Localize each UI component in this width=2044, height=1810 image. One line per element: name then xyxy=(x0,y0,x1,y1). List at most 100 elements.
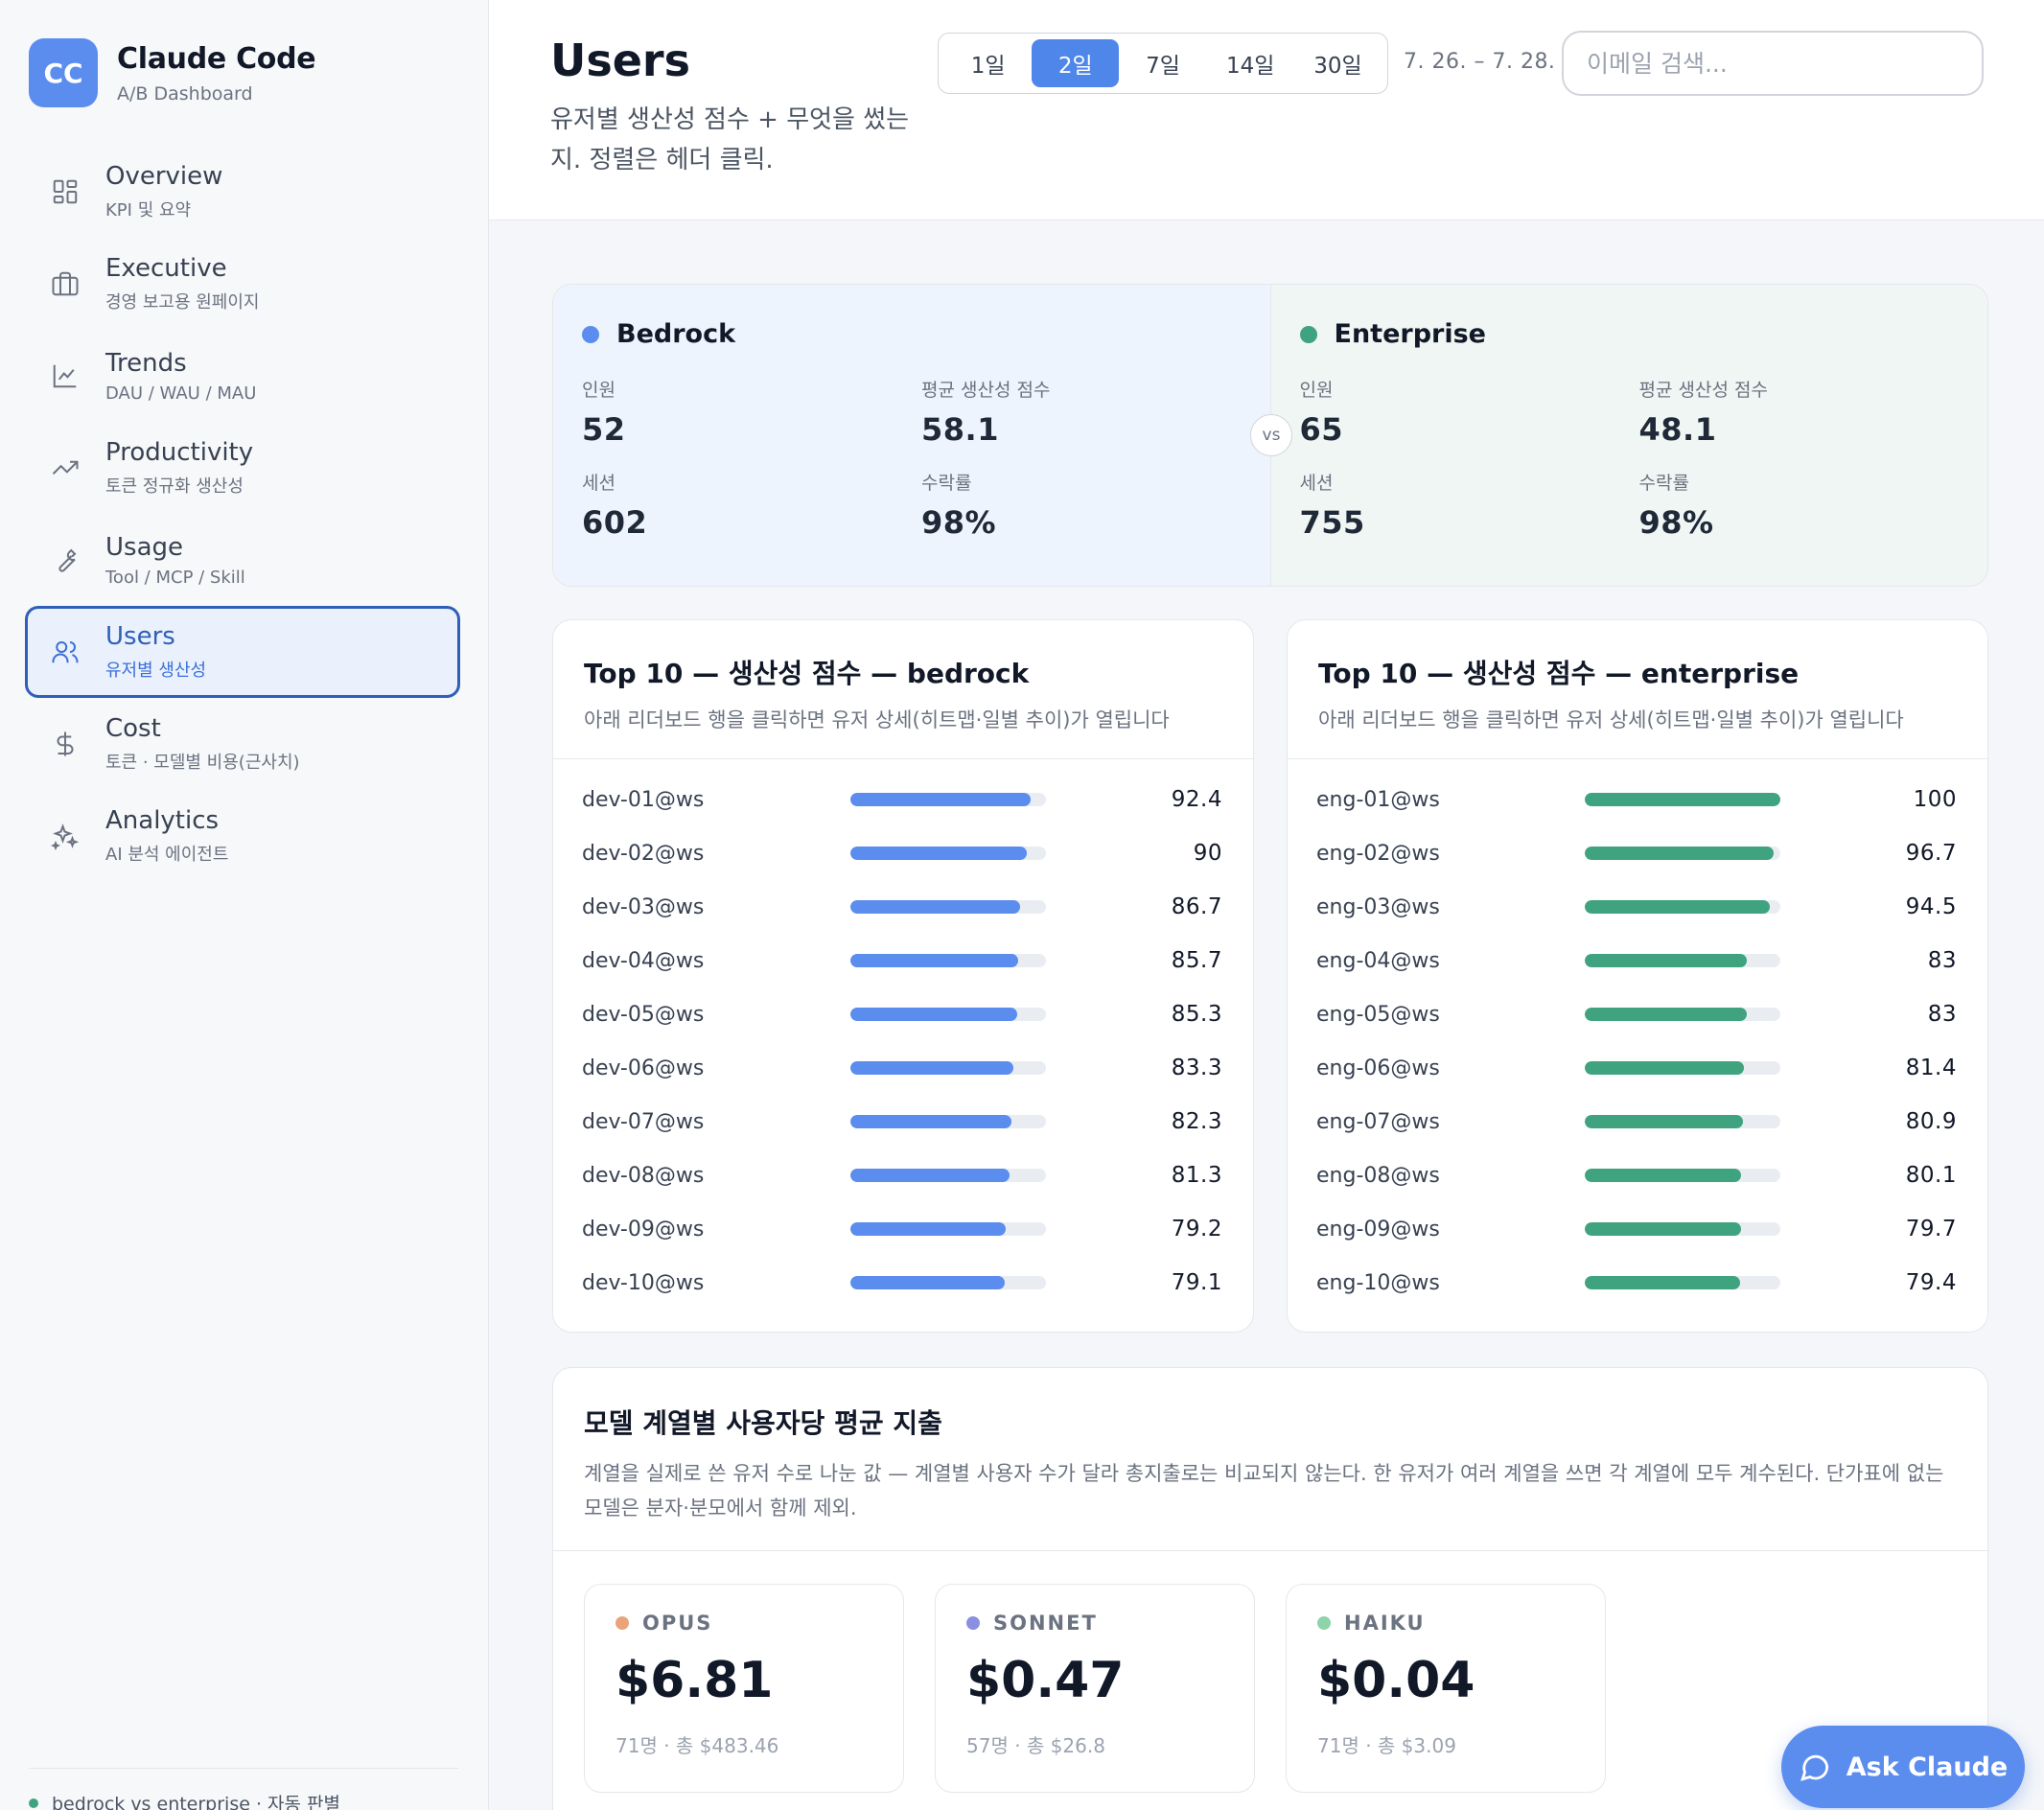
model-meta: 57명 · 총 $26.8 xyxy=(966,1734,1105,1757)
ask-claude-label: Ask Claude xyxy=(1846,1752,2009,1782)
score-bar-fill xyxy=(1585,793,1780,806)
metric-label: 세션 xyxy=(1299,473,1334,494)
leaderboard-row[interactable]: eng-03@ws 94.5 xyxy=(1316,880,1957,934)
sidebar-item-usage[interactable]: Usage Tool / MCP / Skill xyxy=(25,514,460,606)
model-cost-description: 계열을 실제로 쓴 유저 수로 나눈 값 — 계열별 사용자 수가 달라 총지출… xyxy=(584,1462,1944,1520)
leaderboard-row[interactable]: dev-01@ws 92.4 xyxy=(582,773,1222,826)
row-score: 80.1 xyxy=(1905,1163,1957,1188)
leaderboard-row[interactable]: eng-09@ws 79.7 xyxy=(1316,1202,1957,1256)
leaderboard-title: Top 10 — 생산성 점수 — bedrock xyxy=(584,658,1030,689)
leaderboard-row[interactable]: eng-02@ws 96.7 xyxy=(1316,826,1957,880)
leaderboard-row[interactable]: eng-01@ws 100 xyxy=(1316,773,1957,826)
row-user-email: dev-08@ws xyxy=(582,1163,705,1188)
row-user-email: dev-06@ws xyxy=(582,1056,705,1080)
row-score: 83 xyxy=(1927,948,1957,973)
email-search-input[interactable] xyxy=(1562,31,1984,96)
sidebar-item-desc: 유저별 생산성 xyxy=(105,661,207,681)
leaderboard-row[interactable]: dev-02@ws 90 xyxy=(582,826,1222,880)
leaderboard-row[interactable]: eng-05@ws 83 xyxy=(1316,987,1957,1041)
range-button-1d[interactable]: 1일 xyxy=(944,39,1032,87)
row-score: 83.3 xyxy=(1171,1056,1222,1080)
score-bar-fill xyxy=(850,1115,1011,1128)
row-score: 90 xyxy=(1193,841,1222,866)
score-bar-fill xyxy=(850,1169,1010,1182)
sidebar-item-desc: AI 분석 에이전트 xyxy=(105,845,229,865)
brand-subtitle: A/B Dashboard xyxy=(117,82,253,104)
mode-status-text: bedrock vs enterprise · 자동 판별 xyxy=(52,1794,341,1810)
brand[interactable]: CC Claude Code A/B Dashboard xyxy=(29,38,316,107)
sidebar-item-label: Analytics xyxy=(105,806,220,835)
opus-dot-icon xyxy=(616,1616,629,1630)
row-user-email: eng-04@ws xyxy=(1316,948,1440,973)
metric: 수락률 98% xyxy=(921,469,1209,541)
range-button-7d[interactable]: 7일 xyxy=(1119,39,1206,87)
metric-label: 세션 xyxy=(582,473,616,494)
dollar-icon xyxy=(48,727,82,761)
score-bar-fill xyxy=(850,1061,1013,1075)
enterprise-dot-icon xyxy=(1299,325,1317,343)
row-score: 100 xyxy=(1913,787,1957,812)
leaderboard-row[interactable]: eng-04@ws 83 xyxy=(1316,934,1957,987)
score-bar-track xyxy=(1585,1008,1780,1021)
leaderboard-row[interactable]: dev-06@ws 83.3 xyxy=(582,1041,1222,1095)
users-icon xyxy=(48,635,82,669)
score-bar-fill xyxy=(1585,1222,1741,1236)
row-user-email: dev-07@ws xyxy=(582,1109,705,1134)
sidebar-item-label: Cost xyxy=(105,714,161,743)
range-button-2d[interactable]: 2일 xyxy=(1032,39,1120,87)
sidebar-item-label: Executive xyxy=(105,254,227,283)
ask-claude-button[interactable]: Ask Claude xyxy=(1781,1726,2025,1808)
row-user-email: eng-08@ws xyxy=(1316,1163,1440,1188)
sidebar-item-users[interactable]: Users 유저별 생산성 xyxy=(25,606,460,698)
metric: 평균 생산성 점수 58.1 xyxy=(921,376,1209,448)
metric: 평균 생산성 점수 48.1 xyxy=(1639,376,1927,448)
leaderboard-row[interactable]: dev-03@ws 86.7 xyxy=(582,880,1222,934)
leaderboard-row[interactable]: dev-08@ws 81.3 xyxy=(582,1149,1222,1202)
sidebar-item-cost[interactable]: Cost 토큰 · 모델별 비용(근사치) xyxy=(25,698,460,790)
model-cost-card: 모델 계열별 사용자당 평균 지출 계열을 실제로 쓴 유저 수로 나눈 값 —… xyxy=(552,1367,1988,1810)
score-bar-fill xyxy=(1585,1061,1745,1075)
row-score: 82.3 xyxy=(1171,1109,1222,1134)
sparkles-icon xyxy=(48,819,82,853)
row-user-email: dev-04@ws xyxy=(582,948,705,973)
row-score: 79.7 xyxy=(1905,1217,1957,1241)
sidebar-item-trends[interactable]: Trends DAU / WAU / MAU xyxy=(25,330,460,422)
metric-label: 평균 생산성 점수 xyxy=(921,380,1051,401)
grid-icon xyxy=(48,174,82,209)
leaderboard-row[interactable]: eng-10@ws 79.4 xyxy=(1316,1256,1957,1310)
sidebar-item-executive[interactable]: Executive 경영 보고용 원페이지 xyxy=(25,238,460,330)
row-score: 92.4 xyxy=(1171,787,1222,812)
score-bar-fill xyxy=(850,900,1020,914)
sidebar-item-label: Usage xyxy=(105,532,184,562)
haiku-dot-icon xyxy=(1317,1616,1331,1630)
score-bar-track xyxy=(850,1222,1046,1236)
range-button-30d[interactable]: 30일 xyxy=(1294,39,1382,87)
row-user-email: eng-09@ws xyxy=(1316,1217,1440,1241)
metric-value: 98% xyxy=(921,504,997,541)
sidebar-item-productivity[interactable]: Productivity 토큰 정규화 생산성 xyxy=(25,422,460,514)
row-score: 94.5 xyxy=(1905,894,1957,919)
sidebar-item-desc: 경영 보고용 원페이지 xyxy=(105,292,260,313)
leaderboard-row[interactable]: dev-04@ws 85.7 xyxy=(582,934,1222,987)
trending-up-icon xyxy=(48,451,82,485)
row-user-email: eng-10@ws xyxy=(1316,1270,1440,1295)
leaderboard-title: Top 10 — 생산성 점수 — enterprise xyxy=(1318,658,1800,689)
sidebar-item-label: Productivity xyxy=(105,438,254,467)
score-bar-track xyxy=(850,1061,1046,1075)
leaderboard-row[interactable]: eng-06@ws 81.4 xyxy=(1316,1041,1957,1095)
sidebar-item-desc: 토큰 · 모델별 비용(근사치) xyxy=(105,753,300,773)
row-user-email: eng-07@ws xyxy=(1316,1109,1440,1134)
leaderboard-row[interactable]: dev-07@ws 82.3 xyxy=(582,1095,1222,1149)
sidebar-item-overview[interactable]: Overview KPI 및 요약 xyxy=(25,146,460,238)
sidebar-item-analytics[interactable]: Analytics AI 분석 에이전트 xyxy=(25,790,460,882)
leaderboard-row[interactable]: eng-08@ws 80.1 xyxy=(1316,1149,1957,1202)
leaderboard-row[interactable]: dev-09@ws 79.2 xyxy=(582,1202,1222,1256)
page-description: 유저별 생산성 점수 + 무엇을 썼는지. 정렬은 헤더 클릭. xyxy=(550,105,910,174)
sonnet-dot-icon xyxy=(966,1616,980,1630)
date-range-label: 7. 26. – 7. 28. xyxy=(1404,50,1556,74)
leaderboard-subtitle: 아래 리더보드 행을 클릭하면 유저 상세(히트맵·일별 추이)가 열립니다 xyxy=(1318,708,1904,731)
leaderboard-row[interactable]: dev-05@ws 85.3 xyxy=(582,987,1222,1041)
range-button-14d[interactable]: 14일 xyxy=(1207,39,1294,87)
leaderboard-row[interactable]: eng-07@ws 80.9 xyxy=(1316,1095,1957,1149)
leaderboard-row[interactable]: dev-10@ws 79.1 xyxy=(582,1256,1222,1310)
